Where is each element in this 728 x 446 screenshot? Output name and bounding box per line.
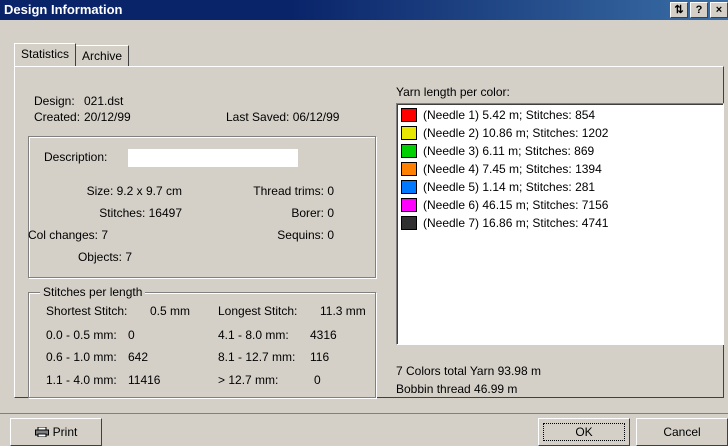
- print-button[interactable]: Print: [10, 418, 102, 446]
- yarn-entry: (Needle 1) 5.42 m; Stitches: 854: [423, 108, 596, 122]
- ok-label: OK: [543, 423, 625, 441]
- description-field[interactable]: [128, 149, 298, 167]
- yarn-entry: (Needle 7) 16.86 m; Stitches: 4741: [423, 216, 609, 230]
- shortest-stitch-label: Shortest Stitch:: [46, 304, 128, 318]
- color-swatch: [401, 126, 417, 140]
- yarn-entry: (Needle 3) 6.11 m; Stitches: 869: [423, 144, 595, 158]
- range-label: 8.1 - 12.7 mm:: [218, 350, 296, 364]
- range-label: 0.6 - 1.0 mm:: [46, 350, 117, 364]
- yarn-entry: (Needle 4) 7.45 m; Stitches: 1394: [423, 162, 602, 176]
- range-value: 642: [128, 350, 149, 364]
- footer-divider: [0, 413, 728, 414]
- range-value: 0: [314, 373, 321, 387]
- design-information-window: Design Information ⇅ ? × Statistics Arch…: [0, 0, 728, 446]
- range-value: 4316: [310, 328, 337, 342]
- longest-stitch-value: 11.3 mm: [320, 304, 366, 318]
- color-swatch: [401, 198, 417, 212]
- range-label: 4.1 - 8.0 mm:: [218, 328, 289, 342]
- list-item[interactable]: (Needle 4) 7.45 m; Stitches: 1394: [401, 161, 602, 177]
- list-item[interactable]: (Needle 1) 5.42 m; Stitches: 854: [401, 107, 595, 123]
- yarn-header: Yarn length per color:: [396, 85, 510, 99]
- tab-strip: Statistics Archive: [14, 43, 130, 67]
- objects-stat: Objects: 7: [77, 250, 132, 264]
- close-icon[interactable]: ×: [710, 2, 728, 18]
- yarn-entry: (Needle 2) 10.86 m; Stitches: 1202: [423, 126, 609, 140]
- borer-stat: Borer: 0: [291, 206, 334, 220]
- color-swatch: [401, 216, 417, 230]
- yarn-entry: (Needle 6) 46.15 m; Stitches: 7156: [423, 198, 609, 212]
- range-label: > 12.7 mm:: [218, 373, 279, 387]
- bobbin-thread: Bobbin thread 46.99 m: [396, 382, 518, 396]
- yarn-entry: (Needle 5) 1.14 m; Stitches: 281: [423, 180, 596, 194]
- printer-icon: [34, 426, 49, 437]
- print-label: Print: [52, 425, 78, 439]
- range-value: 11416: [128, 373, 161, 387]
- design-value: 021.dst: [84, 94, 124, 108]
- pin-icon[interactable]: ⇅: [670, 2, 688, 18]
- window-title: Design Information: [4, 2, 123, 17]
- last-saved: Last Saved: 06/12/99: [226, 110, 340, 124]
- list-item[interactable]: (Needle 6) 46.15 m; Stitches: 7156: [401, 197, 608, 213]
- range-label: 1.1 - 4.0 mm:: [46, 373, 117, 387]
- title-bar-buttons: ⇅ ? ×: [670, 2, 728, 18]
- shortest-stitch-value: 0.5 mm: [150, 304, 191, 318]
- col-changes-stat: Col changes: 7: [27, 228, 108, 242]
- stitches-per-length-title: Stitches per length: [40, 285, 146, 299]
- design-label: Design:: [34, 94, 75, 108]
- tab-archive[interactable]: Archive: [75, 45, 130, 67]
- cancel-button[interactable]: Cancel: [636, 418, 728, 446]
- range-value: 0: [128, 328, 135, 342]
- ok-button[interactable]: OK: [538, 418, 630, 446]
- stitches-stat: Stitches: 16497: [99, 206, 182, 220]
- created-label: Created:: [34, 110, 81, 124]
- yarn-total: 7 Colors total Yarn 93.98 m: [396, 364, 541, 378]
- color-swatch: [401, 144, 417, 158]
- list-item[interactable]: (Needle 2) 10.86 m; Stitches: 1202: [401, 125, 608, 141]
- list-item[interactable]: (Needle 5) 1.14 m; Stitches: 281: [401, 179, 595, 195]
- description-label: Description:: [44, 150, 108, 164]
- list-item[interactable]: (Needle 7) 16.86 m; Stitches: 4741: [401, 215, 608, 231]
- size-stat: Size: 9.2 x 9.7 cm: [86, 184, 182, 198]
- longest-stitch-label: Longest Stitch:: [218, 304, 298, 318]
- range-label: 0.0 - 0.5 mm:: [46, 328, 117, 342]
- color-swatch: [401, 108, 417, 122]
- list-item[interactable]: (Needle 3) 6.11 m; Stitches: 869: [401, 143, 594, 159]
- yarn-color-list[interactable]: (Needle 1) 5.42 m; Stitches: 854 (Needle…: [396, 103, 724, 345]
- tab-statistics[interactable]: Statistics: [14, 43, 77, 66]
- thread-trims-stat: Thread trims: 0: [253, 184, 334, 198]
- color-swatch: [401, 180, 417, 194]
- sequins-stat: Sequins: 0: [277, 228, 334, 242]
- range-value: 116: [310, 350, 330, 364]
- title-bar[interactable]: Design Information ⇅ ? ×: [0, 0, 728, 20]
- created-value: 20/12/99: [84, 110, 131, 124]
- color-swatch: [401, 162, 417, 176]
- help-icon[interactable]: ?: [690, 2, 708, 18]
